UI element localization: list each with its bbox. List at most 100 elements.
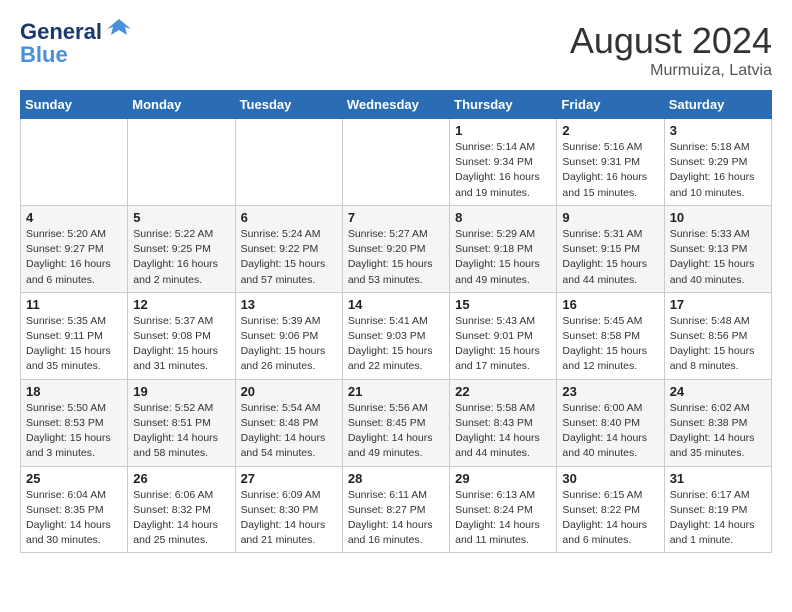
day-number: 5 (133, 210, 229, 225)
logo: General Blue (20, 20, 133, 66)
day-info: Sunrise: 5:41 AM Sunset: 9:03 PM Dayligh… (348, 314, 444, 375)
day-number: 25 (26, 471, 122, 486)
calendar-cell: 10Sunrise: 5:33 AM Sunset: 9:13 PM Dayli… (664, 205, 771, 292)
day-number: 14 (348, 297, 444, 312)
calendar-cell: 24 Sunrise: 6:02 AM Sunset: 8:38 PM Dayli… (664, 379, 771, 466)
day-info: Sunrise: 6:13 AM Sunset: 8:24 PM Dayligh… (455, 488, 551, 549)
day-number: 9 (562, 210, 658, 225)
calendar-cell: 16Sunrise: 5:45 AM Sunset: 8:58 PM Dayli… (557, 292, 664, 379)
calendar-cell (342, 119, 449, 206)
week-row-2: 4 Sunrise: 5:20 AM Sunset: 9:27 PM Daylig… (21, 205, 772, 292)
calendar-table: SundayMondayTuesdayWednesdayThursdayFrid… (20, 90, 772, 553)
day-number: 4 (26, 210, 122, 225)
calendar-cell (235, 119, 342, 206)
day-number: 16 (562, 297, 658, 312)
weekday-header-thursday: Thursday (450, 91, 557, 119)
calendar-cell: 23Sunrise: 6:00 AM Sunset: 8:40 PM Dayli… (557, 379, 664, 466)
week-row-4: 18 Sunrise: 5:50 AM Sunset: 8:53 PM Dayli… (21, 379, 772, 466)
weekday-header-wednesday: Wednesday (342, 91, 449, 119)
title-block: August 2024 Murmuiza, Latvia (570, 20, 772, 80)
calendar-cell: 11Sunrise: 5:35 AM Sunset: 9:11 PM Dayli… (21, 292, 128, 379)
day-info: Sunrise: 5:56 AM Sunset: 8:45 PM Dayligh… (348, 401, 444, 462)
calendar-body: 1 Sunrise: 5:14 AM Sunset: 9:34 PM Daylig… (21, 119, 772, 553)
day-info: Sunrise: 5:50 AM Sunset: 8:53 PM Dayligh… (26, 401, 122, 462)
calendar-cell: 18 Sunrise: 5:50 AM Sunset: 8:53 PM Dayli… (21, 379, 128, 466)
day-number: 8 (455, 210, 551, 225)
calendar-cell: 5 Sunrise: 5:22 AM Sunset: 9:25 PM Daylig… (128, 205, 235, 292)
weekday-header-saturday: Saturday (664, 91, 771, 119)
day-number: 13 (241, 297, 337, 312)
day-number: 1 (455, 123, 551, 138)
calendar-cell: 28Sunrise: 6:11 AM Sunset: 8:27 PM Dayli… (342, 466, 449, 553)
calendar-cell: 22 Sunrise: 5:58 AM Sunset: 8:43 PM Dayli… (450, 379, 557, 466)
day-info: Sunrise: 5:52 AM Sunset: 8:51 PM Dayligh… (133, 401, 229, 462)
day-info: Sunrise: 6:02 AM Sunset: 8:38 PM Dayligh… (670, 401, 766, 462)
day-number: 24 (670, 384, 766, 399)
day-info: Sunrise: 5:48 AM Sunset: 8:56 PM Dayligh… (670, 314, 766, 375)
logo-bird-icon (105, 15, 133, 43)
calendar-cell: 1 Sunrise: 5:14 AM Sunset: 9:34 PM Daylig… (450, 119, 557, 206)
day-info: Sunrise: 5:14 AM Sunset: 9:34 PM Dayligh… (455, 140, 551, 201)
calendar-cell: 31Sunrise: 6:17 AM Sunset: 8:19 PM Dayli… (664, 466, 771, 553)
day-info: Sunrise: 6:17 AM Sunset: 8:19 PM Dayligh… (670, 488, 766, 549)
day-number: 30 (562, 471, 658, 486)
week-row-5: 25Sunrise: 6:04 AM Sunset: 8:35 PM Dayli… (21, 466, 772, 553)
day-number: 12 (133, 297, 229, 312)
calendar-cell: 9Sunrise: 5:31 AM Sunset: 9:15 PM Daylig… (557, 205, 664, 292)
day-info: Sunrise: 5:54 AM Sunset: 8:48 PM Dayligh… (241, 401, 337, 462)
day-info: Sunrise: 5:16 AM Sunset: 9:31 PM Dayligh… (562, 140, 658, 201)
day-number: 27 (241, 471, 337, 486)
calendar-cell: 6 Sunrise: 5:24 AM Sunset: 9:22 PM Daylig… (235, 205, 342, 292)
day-info: Sunrise: 6:09 AM Sunset: 8:30 PM Dayligh… (241, 488, 337, 549)
day-number: 2 (562, 123, 658, 138)
calendar-cell: 12Sunrise: 5:37 AM Sunset: 9:08 PM Dayli… (128, 292, 235, 379)
calendar-cell (21, 119, 128, 206)
calendar-cell: 25Sunrise: 6:04 AM Sunset: 8:35 PM Dayli… (21, 466, 128, 553)
calendar-cell: 21Sunrise: 5:56 AM Sunset: 8:45 PM Dayli… (342, 379, 449, 466)
week-row-3: 11Sunrise: 5:35 AM Sunset: 9:11 PM Dayli… (21, 292, 772, 379)
day-number: 7 (348, 210, 444, 225)
day-info: Sunrise: 5:20 AM Sunset: 9:27 PM Dayligh… (26, 227, 122, 288)
calendar-cell (128, 119, 235, 206)
logo-text-general: General (20, 19, 102, 44)
day-info: Sunrise: 6:00 AM Sunset: 8:40 PM Dayligh… (562, 401, 658, 462)
calendar-cell: 17 Sunrise: 5:48 AM Sunset: 8:56 PM Dayli… (664, 292, 771, 379)
page-header: General Blue August 2024 Murmuiza, Latvi… (20, 20, 772, 80)
day-number: 29 (455, 471, 551, 486)
day-info: Sunrise: 5:22 AM Sunset: 9:25 PM Dayligh… (133, 227, 229, 288)
day-number: 6 (241, 210, 337, 225)
day-number: 15 (455, 297, 551, 312)
weekday-header-sunday: Sunday (21, 91, 128, 119)
day-info: Sunrise: 5:18 AM Sunset: 9:29 PM Dayligh… (670, 140, 766, 201)
month-title: August 2024 (570, 20, 772, 62)
week-row-1: 1 Sunrise: 5:14 AM Sunset: 9:34 PM Daylig… (21, 119, 772, 206)
calendar-cell: 29 Sunrise: 6:13 AM Sunset: 8:24 PM Dayli… (450, 466, 557, 553)
day-number: 20 (241, 384, 337, 399)
logo-text-blue: Blue (20, 44, 133, 66)
calendar-cell: 7 Sunrise: 5:27 AM Sunset: 9:20 PM Daylig… (342, 205, 449, 292)
day-info: Sunrise: 5:33 AM Sunset: 9:13 PM Dayligh… (670, 227, 766, 288)
day-number: 11 (26, 297, 122, 312)
calendar-cell: 8 Sunrise: 5:29 AM Sunset: 9:18 PM Daylig… (450, 205, 557, 292)
day-number: 18 (26, 384, 122, 399)
calendar-cell: 27 Sunrise: 6:09 AM Sunset: 8:30 PM Dayli… (235, 466, 342, 553)
day-info: Sunrise: 5:27 AM Sunset: 9:20 PM Dayligh… (348, 227, 444, 288)
day-number: 19 (133, 384, 229, 399)
day-number: 22 (455, 384, 551, 399)
calendar-cell: 2 Sunrise: 5:16 AM Sunset: 9:31 PM Daylig… (557, 119, 664, 206)
day-number: 17 (670, 297, 766, 312)
day-info: Sunrise: 5:39 AM Sunset: 9:06 PM Dayligh… (241, 314, 337, 375)
weekday-header-tuesday: Tuesday (235, 91, 342, 119)
location: Murmuiza, Latvia (570, 62, 772, 80)
day-info: Sunrise: 5:58 AM Sunset: 8:43 PM Dayligh… (455, 401, 551, 462)
weekday-header-friday: Friday (557, 91, 664, 119)
calendar-cell: 19 Sunrise: 5:52 AM Sunset: 8:51 PM Dayli… (128, 379, 235, 466)
calendar-cell: 26Sunrise: 6:06 AM Sunset: 8:32 PM Dayli… (128, 466, 235, 553)
day-info: Sunrise: 6:06 AM Sunset: 8:32 PM Dayligh… (133, 488, 229, 549)
day-info: Sunrise: 5:29 AM Sunset: 9:18 PM Dayligh… (455, 227, 551, 288)
weekday-header-row: SundayMondayTuesdayWednesdayThursdayFrid… (21, 91, 772, 119)
day-number: 3 (670, 123, 766, 138)
calendar-header: SundayMondayTuesdayWednesdayThursdayFrid… (21, 91, 772, 119)
calendar-cell: 20 Sunrise: 5:54 AM Sunset: 8:48 PM Dayli… (235, 379, 342, 466)
day-info: Sunrise: 5:24 AM Sunset: 9:22 PM Dayligh… (241, 227, 337, 288)
